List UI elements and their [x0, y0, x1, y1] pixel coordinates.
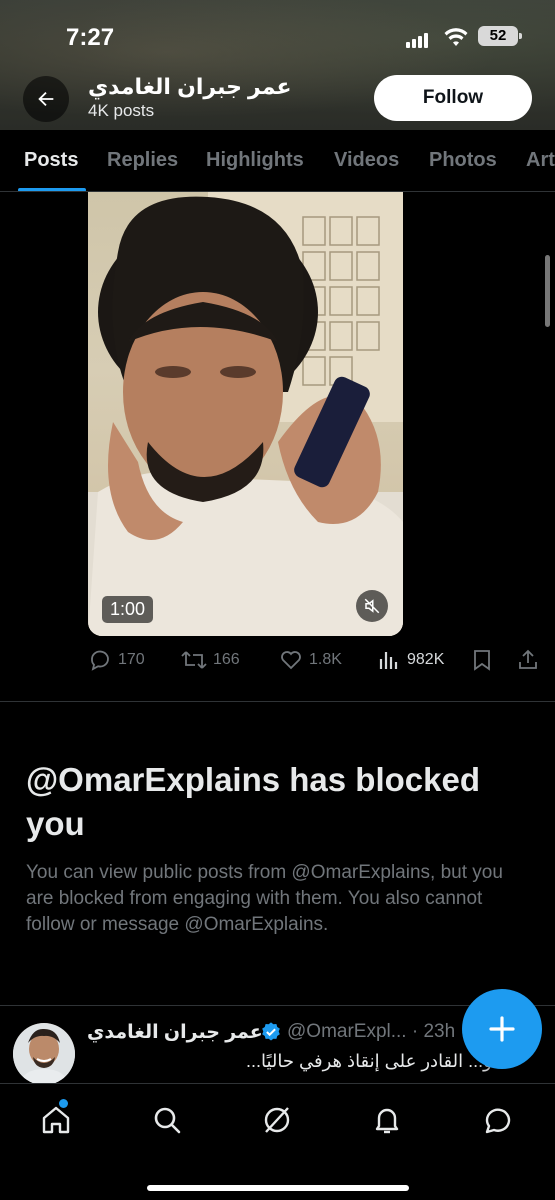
status-time: 7:27 — [66, 24, 115, 51]
share-action[interactable] — [516, 648, 540, 672]
wifi-icon — [444, 26, 468, 53]
verified-badge-icon — [260, 1021, 282, 1048]
scrollbar[interactable] — [545, 255, 550, 327]
bell-icon — [375, 1108, 399, 1134]
tab-articles[interactable]: Art — [526, 149, 555, 172]
home-indicator — [147, 1185, 409, 1191]
tab-highlights[interactable]: Highlights — [206, 149, 304, 172]
active-tab-indicator — [18, 188, 86, 191]
author-name: عمر جبران الغامدي — [87, 1022, 263, 1043]
repost-action[interactable]: 166 — [181, 648, 240, 672]
chat-bubble-icon — [485, 1108, 511, 1134]
video-player[interactable]: 1:00 — [88, 192, 403, 636]
bottom-navigation — [0, 1083, 555, 1200]
posts-count: 4K posts — [88, 101, 155, 120]
battery-indicator: 52 — [478, 26, 522, 46]
nav-messages[interactable] — [480, 1102, 516, 1138]
post-text: الو... القادر على إنقاذ هرفي حاليًا... — [246, 1051, 503, 1071]
share-icon — [519, 649, 537, 669]
post-actions: 170 166 1.8K 982K — [88, 648, 548, 676]
reply-icon — [91, 650, 109, 671]
profile-name: عمر جبران الغامدي — [88, 74, 292, 99]
nav-home[interactable] — [38, 1099, 74, 1138]
blocked-title: @OmarExplains has blocked you — [26, 761, 481, 842]
tab-photos[interactable]: Photos — [429, 149, 497, 172]
author-handle: @OmarExpl... · 23h — [287, 1021, 456, 1042]
nav-search[interactable] — [149, 1102, 185, 1138]
views-count: 982K — [407, 651, 445, 668]
bookmark-action[interactable] — [471, 648, 493, 672]
avatar[interactable] — [13, 1023, 75, 1085]
avatar-image — [13, 1023, 75, 1085]
arrow-left-icon — [38, 91, 54, 107]
status-bar: 7:27 52 — [0, 18, 555, 58]
tab-posts[interactable]: Posts — [24, 149, 78, 172]
bookmark-icon — [474, 650, 490, 671]
heart-icon — [281, 651, 301, 670]
nav-notifications[interactable] — [369, 1102, 405, 1138]
reply-count: 170 — [118, 651, 145, 668]
like-count: 1.8K — [309, 651, 342, 668]
repost-count: 166 — [213, 651, 240, 668]
back-button[interactable] — [23, 76, 69, 122]
mute-button[interactable] — [356, 590, 388, 622]
video-thumbnail — [88, 192, 403, 636]
grok-icon — [264, 1107, 290, 1133]
follow-button[interactable]: Follow — [374, 75, 532, 121]
like-action[interactable]: 1.8K — [279, 648, 342, 672]
compose-button[interactable] — [462, 989, 542, 1069]
search-icon — [154, 1107, 181, 1134]
tab-replies[interactable]: Replies — [107, 149, 178, 172]
tab-videos[interactable]: Videos — [334, 149, 399, 172]
plus-icon — [489, 1016, 515, 1042]
divider — [0, 701, 555, 702]
profile-tabs: Posts Replies Highlights Videos Photos A… — [0, 130, 555, 192]
cellular-signal-icon — [406, 32, 434, 53]
profile-header: عمر جبران الغامدي 4K posts Follow — [0, 68, 555, 128]
nav-grok[interactable] — [259, 1102, 295, 1138]
post-time: · 23h — [411, 1021, 456, 1042]
notification-dot — [59, 1099, 68, 1108]
speaker-muted-icon — [364, 598, 380, 614]
views-chart-icon — [379, 652, 398, 669]
video-duration: 1:00 — [102, 596, 154, 623]
home-icon — [42, 1106, 70, 1134]
repost-icon — [181, 651, 207, 669]
views-action[interactable]: 982K — [377, 648, 444, 672]
blocked-description: You can view public posts from @OmarExpl… — [26, 862, 503, 935]
reply-action[interactable]: 170 — [88, 648, 145, 672]
